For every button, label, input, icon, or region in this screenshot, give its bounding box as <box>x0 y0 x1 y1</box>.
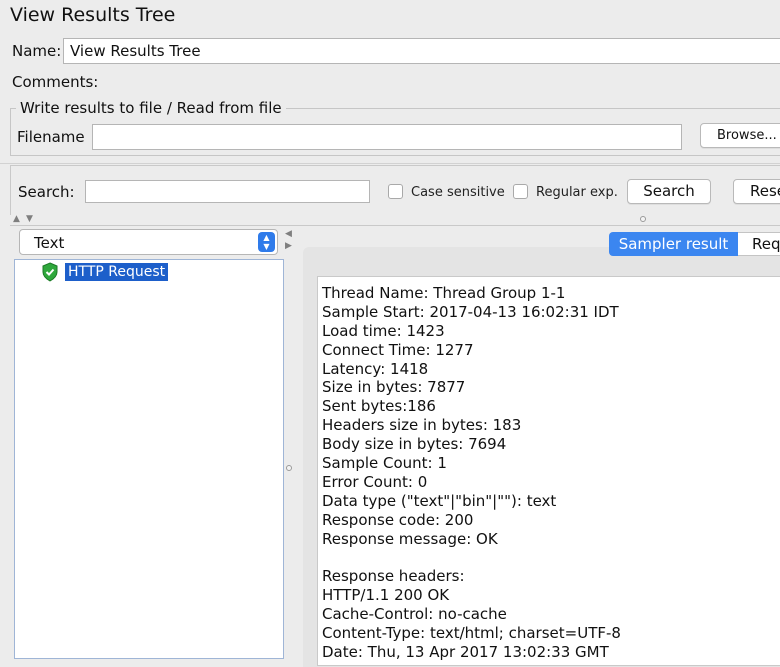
regular-exp-checkbox[interactable] <box>513 184 528 199</box>
comments-label: Comments: <box>12 73 99 91</box>
result-line: Cache-Control: no-cache <box>322 605 507 624</box>
collapse-left-arrow-icon[interactable]: ◀ <box>285 229 292 239</box>
result-line: Data type ("text"|"bin"|""): text <box>322 491 557 510</box>
results-tree[interactable] <box>14 259 284 659</box>
select-chevron-icon: ▲ ▼ <box>258 232 275 252</box>
result-line: Sample Count: 1 <box>322 454 447 473</box>
result-line: Connect Time: 1277 <box>322 340 474 359</box>
sampler-result-lines: Thread Name: Thread Group 1-1 Sample Star… <box>322 284 621 662</box>
name-label: Name: <box>12 42 62 60</box>
result-line: Content-Type: text/html; charset=UTF-8 <box>322 624 621 643</box>
sampler-result-text: Thread Name: Thread Group 1-1 Sample Star… <box>317 276 780 666</box>
case-sensitive-checkbox[interactable] <box>388 184 403 199</box>
search-label: Search: <box>18 183 75 201</box>
expand-down-arrow-icon[interactable]: ▼ <box>26 214 33 224</box>
result-line: HTTP/1.1 200 OK <box>322 586 450 605</box>
renderer-select[interactable]: Text ▲ ▼ <box>19 229 278 255</box>
result-line: Size in bytes: 7877 <box>322 378 466 397</box>
result-line: Date: Thu, 13 Apr 2017 13:02:33 GMT <box>322 642 609 661</box>
tab-sampler-result[interactable]: Sampler result <box>609 232 738 256</box>
result-line: Sample Start: 2017-04-13 16:02:31 IDT <box>322 302 619 321</box>
result-line: Response headers: <box>322 567 465 586</box>
result-line <box>322 548 621 567</box>
filename-input[interactable] <box>92 124 682 150</box>
search-button[interactable]: Search <box>627 179 711 204</box>
regular-exp-label: Regular exp. <box>536 185 618 200</box>
result-line: Headers size in bytes: 183 <box>322 416 522 435</box>
result-line: Latency: 1418 <box>322 359 429 378</box>
shield-check-icon <box>42 262 58 282</box>
result-line: Error Count: 0 <box>322 472 428 491</box>
tab-request[interactable]: Req <box>738 232 780 256</box>
search-input[interactable] <box>85 180 370 203</box>
result-line: Response code: 200 <box>322 510 474 529</box>
splitter-grip-icon[interactable] <box>640 216 646 222</box>
renderer-select-value: Text <box>34 234 65 252</box>
filename-label: Filename <box>17 128 85 146</box>
browse-button[interactable]: Browse... <box>700 123 780 148</box>
collapse-right-arrow-icon[interactable]: ▶ <box>285 241 292 251</box>
splitter-line <box>10 225 780 226</box>
expand-up-arrow-icon[interactable]: ▲ <box>13 214 20 224</box>
name-field[interactable]: View Results Tree <box>63 38 780 64</box>
case-sensitive-label: Case sensitive <box>411 185 505 200</box>
result-line: Thread Name: Thread Group 1-1 <box>322 284 566 302</box>
result-line: Response message: OK <box>322 529 498 548</box>
divider <box>0 163 780 164</box>
reset-button[interactable]: Rese <box>733 179 780 204</box>
comments-field[interactable] <box>100 70 780 92</box>
result-line: Body size in bytes: 7694 <box>322 435 507 454</box>
file-group-legend: Write results to file / Read from file <box>16 99 286 117</box>
tree-node-label: HTTP Request <box>65 263 169 281</box>
result-line: Load time: 1423 <box>322 321 445 340</box>
result-line: Sent bytes:186 <box>322 397 436 416</box>
window-title: View Results Tree <box>10 4 176 26</box>
vertical-splitter-grip-icon[interactable] <box>286 465 292 471</box>
